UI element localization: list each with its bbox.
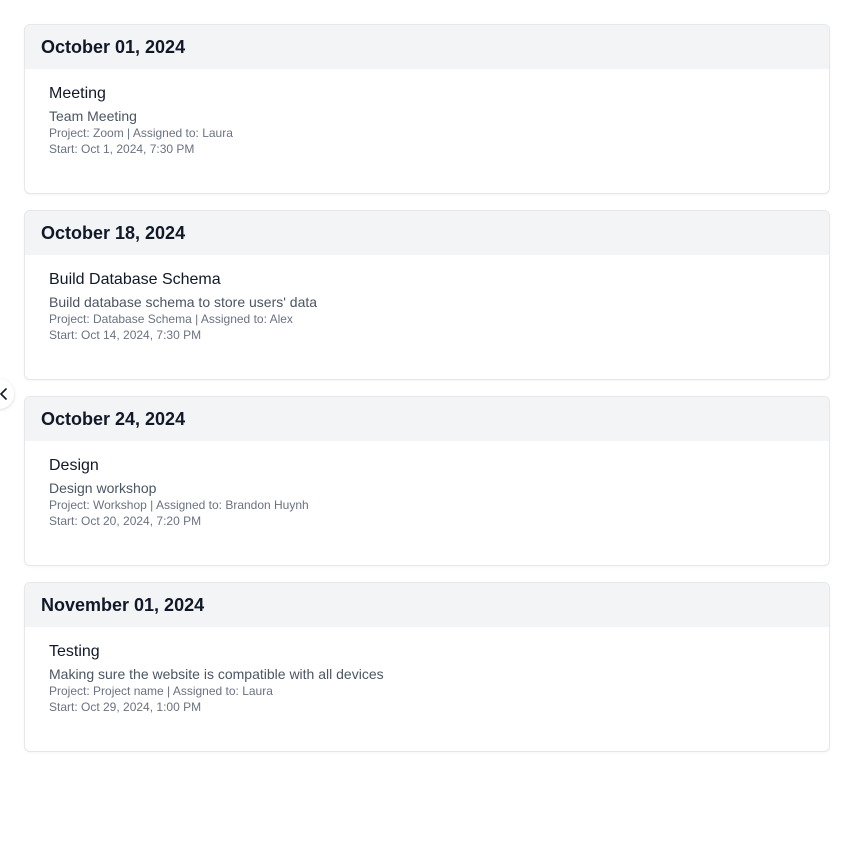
day-group: October 18, 2024 Build Database Schema B… xyxy=(24,210,830,380)
page: October 01, 2024 Meeting Team Meeting Pr… xyxy=(0,0,854,853)
event-title: Build Database Schema xyxy=(49,271,221,288)
event-description: Design workshop xyxy=(49,480,157,496)
day-group: October 24, 2024 Design Design workshop … xyxy=(24,396,830,566)
event-start: Start: Oct 14, 2024, 7:30 PM xyxy=(49,328,202,342)
event-meta: Project: Project name | Assigned to: Lau… xyxy=(49,684,273,698)
event-item[interactable]: Build Database Schema Build database sch… xyxy=(25,255,829,343)
day-header: October 18, 2024 xyxy=(25,211,829,255)
chevron-left-icon xyxy=(0,388,7,400)
event-start: Start: Oct 29, 2024, 1:00 PM xyxy=(49,700,202,714)
schedule-list: October 01, 2024 Meeting Team Meeting Pr… xyxy=(24,24,830,768)
event-meta: Project: Zoom | Assigned to: Laura xyxy=(49,126,233,140)
event-item[interactable]: Design Design workshop Project: Workshop… xyxy=(25,441,829,529)
day-group: October 01, 2024 Meeting Team Meeting Pr… xyxy=(24,24,830,194)
event-start: Start: Oct 1, 2024, 7:30 PM xyxy=(49,142,195,156)
day-group: November 01, 2024 Testing Making sure th… xyxy=(24,582,830,752)
event-start: Start: Oct 20, 2024, 7:20 PM xyxy=(49,514,202,528)
event-item[interactable]: Meeting Team Meeting Project: Zoom | Ass… xyxy=(25,69,829,157)
event-title: Design xyxy=(49,457,99,474)
day-header: October 24, 2024 xyxy=(25,397,829,441)
event-title: Meeting xyxy=(49,85,106,102)
event-meta: Project: Workshop | Assigned to: Brandon… xyxy=(49,498,309,512)
event-description: Team Meeting xyxy=(49,108,137,124)
day-header: November 01, 2024 xyxy=(25,583,829,627)
event-title: Testing xyxy=(49,643,100,660)
event-meta: Project: Database Schema | Assigned to: … xyxy=(49,312,293,326)
event-description: Build database schema to store users' da… xyxy=(49,294,318,310)
event-item[interactable]: Testing Making sure the website is compa… xyxy=(25,627,829,715)
day-header: October 01, 2024 xyxy=(25,25,829,69)
event-description: Making sure the website is compatible wi… xyxy=(49,666,384,682)
sidebar-collapse-button[interactable] xyxy=(0,379,14,409)
